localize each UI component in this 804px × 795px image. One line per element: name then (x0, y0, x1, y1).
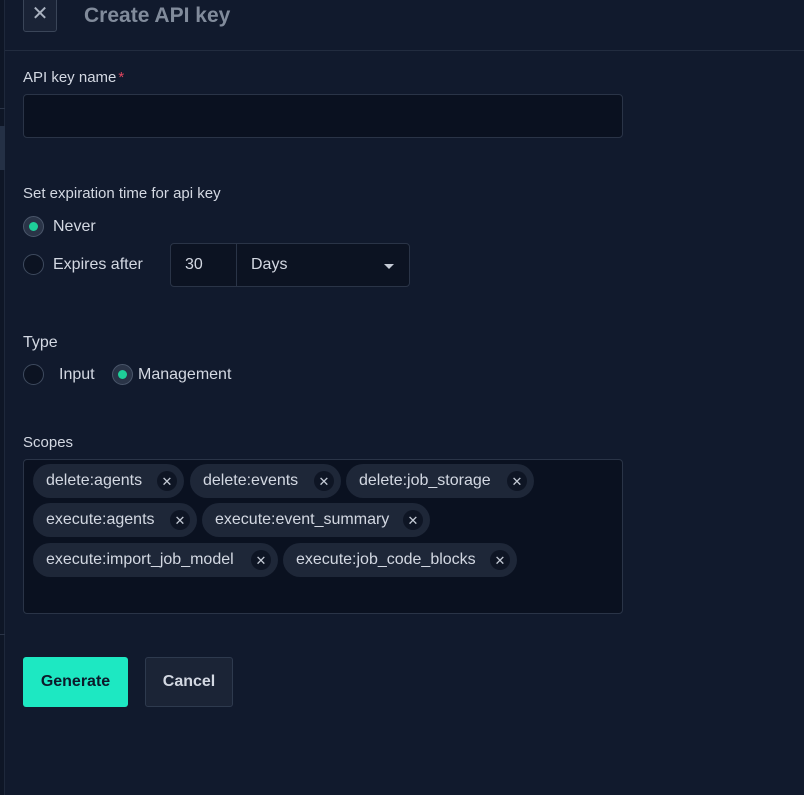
api-key-name-input[interactable] (23, 94, 623, 138)
radio-label: Management (138, 365, 232, 383)
generate-button[interactable]: Generate (23, 657, 128, 707)
radio-label: Input (59, 365, 95, 383)
remove-scope-icon[interactable]: ✕ (507, 471, 527, 491)
radio-label: Never (53, 217, 96, 235)
remove-scope-icon[interactable]: ✕ (403, 510, 423, 530)
radio-input[interactable]: Input (23, 364, 95, 385)
radio-label: Expires after (53, 255, 143, 273)
remove-scope-icon[interactable]: ✕ (170, 510, 190, 530)
radio-button[interactable] (23, 254, 44, 275)
expiration-label: Set expiration time for api key (23, 185, 221, 202)
expiration-amount-input[interactable]: 30 (170, 243, 237, 287)
close-icon: ✕ (31, 3, 49, 25)
scope-chip: execute:event_summary ✕ (202, 503, 430, 537)
scope-chip: delete:job_storage ✕ (346, 464, 534, 498)
scope-chip: delete:events ✕ (190, 464, 341, 498)
scope-chip: execute:agents ✕ (33, 503, 197, 537)
radio-never[interactable]: Never (23, 216, 96, 237)
radio-button[interactable] (23, 216, 44, 237)
remove-scope-icon[interactable]: ✕ (251, 550, 271, 570)
api-key-name-label: API key name * (23, 69, 125, 86)
cancel-button[interactable]: Cancel (145, 657, 233, 707)
scopes-label: Scopes (23, 434, 74, 451)
scope-chip: execute:import_job_model ✕ (33, 543, 278, 577)
dialog-title: Create API key (84, 4, 231, 27)
caret-down-icon (384, 264, 394, 269)
expiration-unit-value: Days (251, 256, 288, 273)
close-button[interactable]: ✕ (23, 0, 57, 32)
scope-chip: execute:job_code_blocks ✕ (283, 543, 517, 577)
required-marker: * (118, 69, 125, 86)
dialog-header: ✕ Create API key (5, 0, 804, 51)
radio-management[interactable]: Management (112, 364, 231, 385)
scope-chip: delete:agents ✕ (33, 464, 184, 498)
remove-scope-icon[interactable]: ✕ (314, 471, 334, 491)
radio-expires-after[interactable]: Expires after (23, 254, 143, 275)
radio-button[interactable] (112, 364, 133, 385)
scopes-multiselect[interactable]: delete:agents ✕ delete:events ✕ delete:j… (23, 459, 623, 614)
expiration-unit-select[interactable]: Days (236, 243, 410, 287)
remove-scope-icon[interactable]: ✕ (490, 550, 510, 570)
background-panel-edge (0, 0, 5, 795)
radio-button[interactable] (23, 364, 44, 385)
type-label: Type (23, 334, 58, 351)
remove-scope-icon[interactable]: ✕ (157, 471, 177, 491)
